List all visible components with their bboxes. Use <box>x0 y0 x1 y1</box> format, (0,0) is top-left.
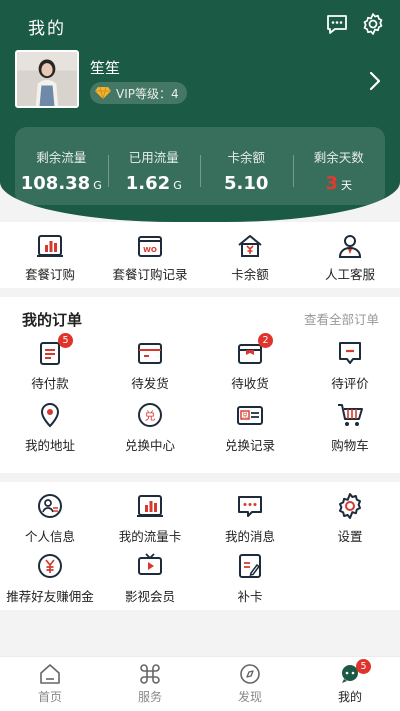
shopping-cart-button[interactable]: 购物车 <box>300 401 400 454</box>
card-balance-button[interactable]: 卡余额 <box>200 222 300 288</box>
profile-header: 我的 笙笙 VIP等级：4 剩余流量 108.38 G 已用流量 1.62 G 卡 <box>0 0 400 222</box>
pending-payment-button[interactable]: 5 待付款 <box>0 333 100 392</box>
tab-mine[interactable]: 5 我的 <box>300 657 400 711</box>
package-order-record-button[interactable]: WO 套餐订购记录 <box>100 222 200 288</box>
tab-services[interactable]: 服务 <box>100 657 200 711</box>
tab-home[interactable]: 首页 <box>0 657 100 711</box>
my-orders-title: 我的订单 <box>22 311 83 329</box>
vip-level-badge[interactable]: VIP等级：4 <box>90 82 187 104</box>
data-card-icon <box>137 495 163 517</box>
pending-payment-badge: 5 <box>58 333 73 348</box>
pending-receipt-badge: 2 <box>258 333 273 348</box>
stat-card-balance[interactable]: 卡余额 5.10 <box>200 127 293 205</box>
stat-used-data[interactable]: 已用流量 1.62 G <box>107 127 201 205</box>
account-stats: 剩余流量 108.38 G 已用流量 1.62 G 卡余额 5.10 剩余天数 3天 <box>15 127 385 205</box>
settings-button[interactable]: 设置 <box>300 492 400 545</box>
compass-icon <box>240 664 260 684</box>
video-membership-button[interactable]: 影视会员 <box>100 552 200 605</box>
gear-icon <box>339 493 361 519</box>
yen-house-icon <box>238 235 262 257</box>
tv-icon <box>138 553 162 575</box>
package-chart-icon <box>37 235 63 257</box>
wo-record-icon: WO <box>138 236 162 257</box>
shopping-cart-icon <box>338 404 363 426</box>
page-title: 我的 <box>28 19 66 39</box>
edit-card-icon <box>239 554 261 578</box>
my-messages-button[interactable]: 我的消息 <box>200 492 300 545</box>
exchange-center-button[interactable]: 兑 兑换中心 <box>100 401 200 454</box>
tab-mine-badge: 5 <box>356 659 371 674</box>
my-data-card-button[interactable]: 我的流量卡 <box>100 492 200 545</box>
pending-receipt-button[interactable]: 2 待收货 <box>200 333 300 392</box>
pending-shipment-button[interactable]: 待发货 <box>100 339 200 392</box>
stat-remaining-data[interactable]: 剩余流量 108.38 G <box>15 127 108 205</box>
svg-text:兑: 兑 <box>242 412 248 420</box>
user-name: 笙笙 <box>90 59 121 77</box>
review-bubble-icon <box>339 342 361 364</box>
exchange-card-icon: 兑 <box>237 406 263 425</box>
services-row-1: 个人信息 我的流量卡 我的消息 设置 <box>0 492 400 545</box>
location-pin-icon <box>40 403 60 428</box>
services-row-2: 推荐好友赚佣金 影视会员 补卡 <box>0 552 400 605</box>
customer-service-button[interactable]: 人工客服 <box>300 222 400 288</box>
quick-actions: 套餐订购 WO 套餐订购记录 卡余额 人工客服 <box>0 222 400 288</box>
view-all-orders-link[interactable]: 查看全部订单 <box>304 309 379 328</box>
services-panel: 个人信息 我的流量卡 我的消息 设置 推荐好友赚佣金 影视会员 补卡 <box>0 482 400 610</box>
replace-card-button[interactable]: 补卡 <box>200 552 300 605</box>
package-order-button[interactable]: 套餐订购 <box>0 222 100 288</box>
user-profile-icon <box>38 494 62 518</box>
gear-icon[interactable] <box>361 12 385 36</box>
pending-review-button[interactable]: 待评价 <box>300 339 400 392</box>
box-icon <box>138 343 162 364</box>
refer-friend-button[interactable]: 推荐好友赚佣金 <box>0 552 100 605</box>
message-icon[interactable] <box>325 12 349 36</box>
order-service-row: 我的地址 兑 兑换中心 兑 兑换记录 购物车 <box>0 401 400 454</box>
message-icon <box>238 496 262 517</box>
bottom-tab-bar: 首页 服务 发现 5 我的 <box>0 656 400 711</box>
customer-service-icon <box>338 235 362 258</box>
stat-remaining-days[interactable]: 剩余天数 3天 <box>292 127 386 205</box>
exchange-coin-icon: 兑 <box>138 403 162 427</box>
svg-text:WO: WO <box>143 246 157 254</box>
tab-discover[interactable]: 发现 <box>200 657 300 711</box>
home-icon <box>40 664 60 684</box>
diamond-icon <box>95 86 111 100</box>
personal-info-button[interactable]: 个人信息 <box>0 492 100 545</box>
services-command-icon <box>140 664 160 684</box>
order-status-row: 5 待付款 待发货 2 待收货 待评价 <box>0 333 400 392</box>
svg-text:兑: 兑 <box>145 409 156 423</box>
exchange-record-button[interactable]: 兑 兑换记录 <box>200 401 300 454</box>
yen-coin-icon <box>38 554 62 578</box>
my-address-button[interactable]: 我的地址 <box>0 401 100 454</box>
my-orders-panel: 我的订单 查看全部订单 5 待付款 待发货 2 待收货 待评价 我的地址 兑 兑… <box>0 297 400 473</box>
avatar[interactable] <box>15 50 79 108</box>
vip-level-label: VIP等级：4 <box>116 86 179 101</box>
chevron-right-icon[interactable] <box>368 70 382 92</box>
